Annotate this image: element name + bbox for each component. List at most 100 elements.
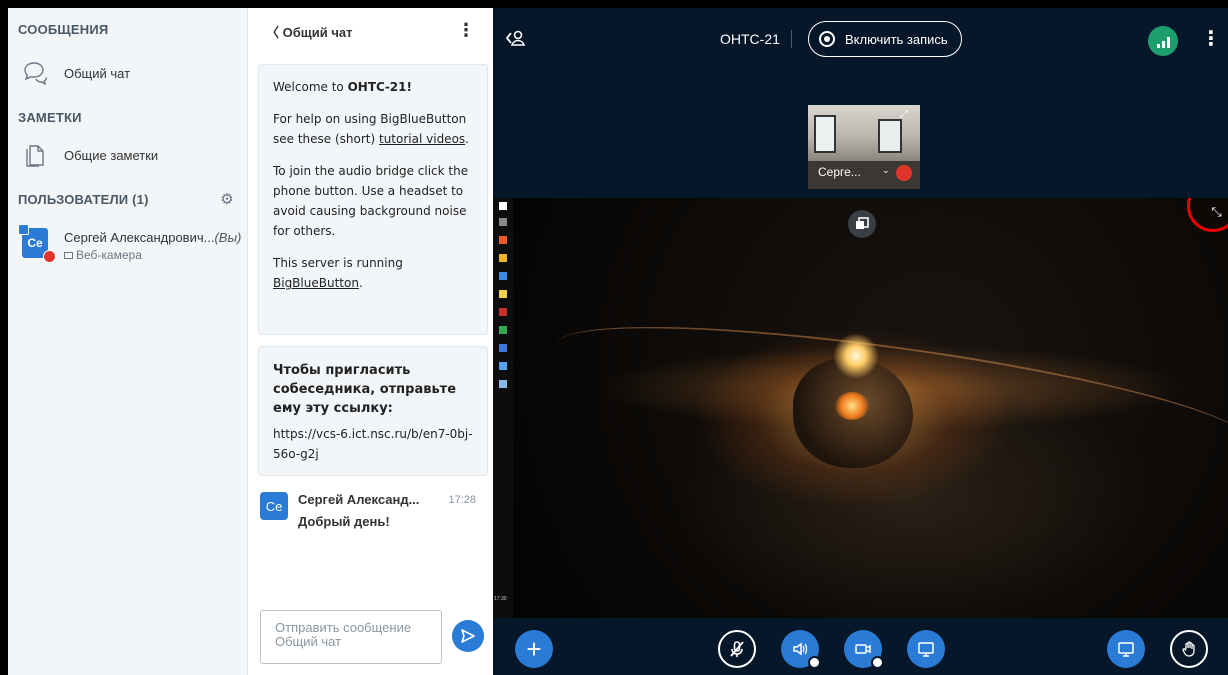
main-area: ОНТС-21 Включить запись ⋮ ⤢ Серге... ⌄ 1… [493,8,1228,675]
shared-taskbar: 17:30 [493,198,513,618]
audio-settings-badge[interactable] [808,656,821,669]
chat-panel: 〈 Общий чат ⋮ Welcome to ОНТС-21! For he… [248,8,493,675]
gear-icon[interactable]: ⚙ [219,192,235,208]
taskbar-app-icon [499,218,507,226]
user-list-item[interactable]: Ce Сергей Александрович...(Вы) Веб-камер… [18,224,248,268]
meeting-title: ОНТС-21 [720,31,780,47]
taskbar-app-icon [499,202,507,210]
audio-button[interactable] [781,630,821,669]
record-label: Включить запись [845,31,948,47]
user-list-panel: СООБЩЕНИЯ Общий чат ЗАМЕТКИ Общие заметк… [8,8,248,675]
minimize-screenshare-button[interactable] [848,210,876,238]
welcome-line: Welcome to ОНТС-21! [273,77,473,97]
tutorial-videos-link[interactable]: tutorial videos [379,132,465,146]
screenshare-view: 17:30 ⤡ [493,198,1228,618]
user-status: Веб-камера [64,248,142,262]
welcome-suffix: -21! [384,80,412,94]
taskbar-clock: 17:30 [494,596,507,602]
shared-notes-label: Общие заметки [64,147,159,163]
webcam-scene-window [814,115,836,153]
mute-button[interactable] [718,630,756,668]
user-status-text: Веб-камера [76,248,142,262]
message-sender: Сергей Александ... [298,492,420,507]
muted-mic-icon [896,165,912,181]
toggle-user-list-button[interactable] [505,28,527,50]
chat-back-button[interactable]: 〈 Общий чат [266,22,352,41]
presentation-icon [1118,642,1134,657]
chevron-down-icon[interactable]: ⌄ [882,165,890,176]
invite-text: Чтобы пригласить собеседника, отправьте … [273,363,457,416]
webcam-user-name: Серге... [818,165,861,179]
minimize-window-icon [856,217,869,229]
webcam-area: ⤢ Серге... ⌄ [493,74,1228,198]
webcam-video[interactable]: ⤢ Серге... ⌄ [808,105,920,189]
welcome-prefix: Welcome to [273,80,348,94]
taskbar-app-icon [499,344,507,352]
user-name-text: Сергей Александрович... [64,230,215,245]
nav-bar: ОНТС-21 Включить запись ⋮ [493,8,1228,74]
webcam-settings-badge[interactable] [871,656,884,669]
video-camera-icon [855,644,871,654]
chat-input-placeholder-2: Общий чат [275,634,342,649]
audio-line: To join the audio bridge click the phone… [273,164,469,238]
start-recording-button[interactable]: Включить запись [808,21,962,57]
avatar-initials: Ce [27,236,43,250]
chat-input-placeholder-1: Отправить сообщение [275,620,412,635]
speaker-icon [793,642,808,656]
invite-message: Чтобы пригласить собеседника, отправьте … [258,346,488,476]
muted-mic-icon [43,250,56,263]
avatar: Ce [18,224,56,263]
taskbar-app-icon [499,236,507,244]
taskbar-app-icon [499,254,507,262]
chat-message-input[interactable]: Отправить сообщение Общий чат [260,610,442,664]
server-end: . [358,276,363,290]
invite-url[interactable]: https://vcs-6.ict.nsc.ru/b/en7-0bj-56o-g… [273,424,473,464]
bigbluebutton-link[interactable]: BigBlueButton [273,276,359,290]
help-end: . [465,132,469,146]
desktop-icon [918,642,934,657]
presenter-icon [18,224,29,235]
highlight-circle [1187,198,1228,232]
send-message-button[interactable] [452,620,484,652]
asteroid-fire [835,392,869,420]
title-separator [791,30,792,48]
presentation-toggle-button[interactable] [1107,630,1145,668]
signal-bar-icon [1156,44,1160,48]
webcam-scene-window [878,119,902,153]
chat-bubbles-icon [22,60,48,86]
connection-status-button[interactable] [1148,26,1178,56]
signal-bar-icon [1166,37,1170,48]
you-label: (Вы) [214,230,242,245]
taskbar-app-icon [499,272,507,280]
taskbar-app-icon [499,380,507,388]
star-flare [833,333,879,379]
chat-message: Ce Сергей Александ... 17:28 Добрый день! [258,490,488,550]
server-text: This server is running [273,256,403,270]
public-chat-item[interactable]: Общий чат [22,60,130,86]
users-section-title: ПОЛЬЗОВАТЕЛИ (1) [18,192,149,207]
webcam-button[interactable] [844,630,884,669]
notes-section-title: ЗАМЕТКИ [18,110,82,125]
taskbar-app-icon [499,326,507,334]
message-text: Добрый день! [298,514,390,529]
taskbar-app-icon [499,290,507,298]
taskbar-app-icon [499,308,507,316]
hand-icon [1182,641,1195,657]
public-chat-label: Общий чат [64,65,131,81]
actions-plus-button[interactable]: + [515,630,553,668]
user-name: Сергей Александрович...(Вы) [64,230,241,245]
taskbar-app-icon [499,362,507,370]
messages-section-title: СООБЩЕНИЯ [18,22,109,37]
record-icon [819,31,835,47]
plus-icon: + [526,634,542,664]
webcam-icon [64,251,73,259]
help-line: For help on using BigBlueButton see thes… [273,109,473,149]
message-time: 17:28 [448,494,476,506]
shared-notes-item[interactable]: Общие заметки [22,142,158,168]
chat-options-icon[interactable]: ⋮ [457,21,475,39]
screenshare-button[interactable] [907,630,945,668]
raise-hand-button[interactable] [1170,630,1208,668]
options-menu-icon[interactable]: ⋮ [1201,28,1221,50]
expand-icon[interactable]: ⤢ [900,109,908,120]
microphone-off-icon [730,641,744,657]
